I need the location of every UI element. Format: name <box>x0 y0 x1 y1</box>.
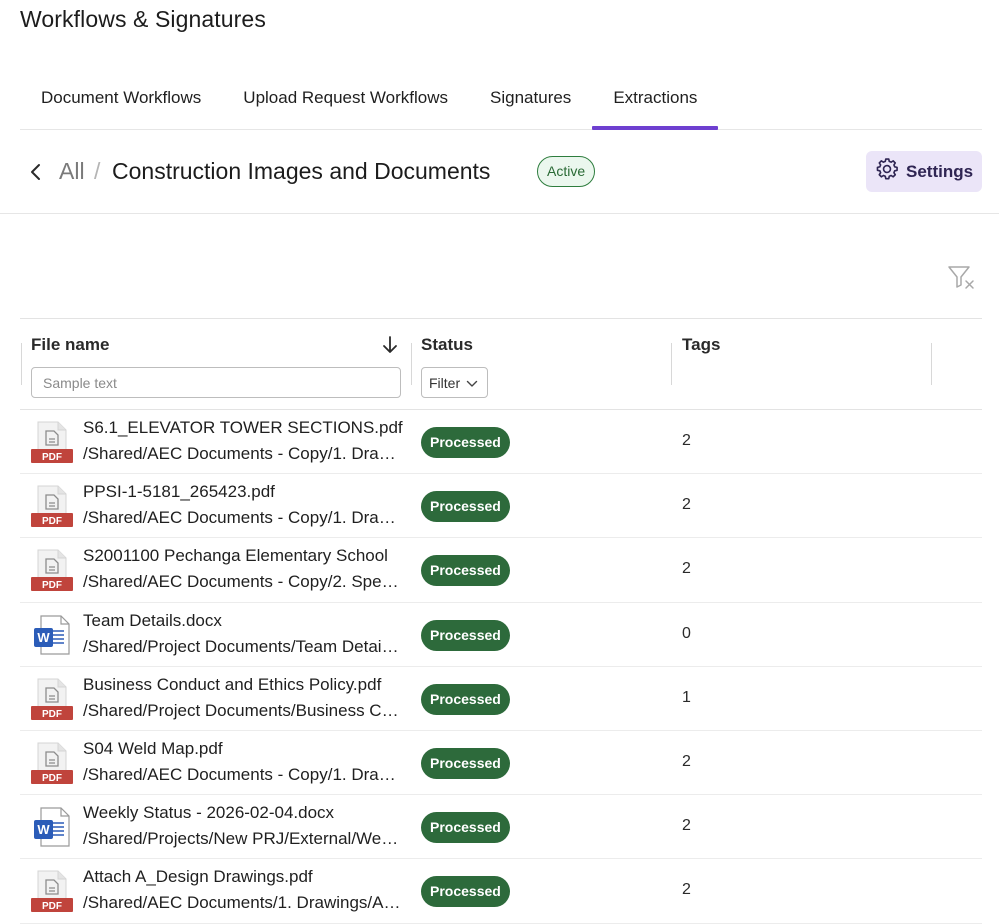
table-body: PDF S6.1_ELEVATOR TOWER SECTIONS.pdf/Shar… <box>20 410 982 924</box>
file-name[interactable]: Business Conduct and Ethics Policy.pdf <box>83 675 403 695</box>
file-name[interactable]: S6.1_ELEVATOR TOWER SECTIONS.pdf <box>83 418 403 438</box>
column-divider[interactable] <box>931 343 932 385</box>
table-row[interactable]: PDF Business Conduct and Ethics Policy.pd… <box>20 667 982 731</box>
status-badge: Processed <box>421 555 510 587</box>
column-header-file-name[interactable]: File name <box>31 335 109 355</box>
breadcrumb-all-link[interactable]: All <box>59 158 85 185</box>
svg-text:PDF: PDF <box>42 709 62 720</box>
pdf-file-icon: PDF <box>31 870 73 913</box>
column-divider <box>21 343 22 385</box>
file-name[interactable]: PPSI-1-5181_265423.pdf <box>83 482 403 502</box>
arrow-down-icon[interactable] <box>380 335 400 355</box>
column-divider[interactable] <box>671 343 672 385</box>
table-row[interactable]: PDF S6.1_ELEVATOR TOWER SECTIONS.pdf/Shar… <box>20 410 982 475</box>
settings-button[interactable]: Settings <box>866 151 982 192</box>
file-path: /Shared/AEC Documents - Copy/1. Drawings <box>83 764 401 784</box>
status-filter-label: Filter <box>429 374 461 391</box>
tags-count: 2 <box>682 817 691 835</box>
status-badge: Processed <box>421 812 510 844</box>
file-path: /Shared/Projects/New PRJ/External/Weekly <box>83 829 401 849</box>
svg-text:PDF: PDF <box>42 452 62 463</box>
gear-icon <box>874 156 900 187</box>
column-header-status[interactable]: Status <box>421 335 473 355</box>
file-name[interactable]: Weekly Status - 2026-02-04.docx <box>83 803 403 823</box>
status-badge: Processed <box>421 683 510 715</box>
file-path: /Shared/Project Documents/Team Details.d… <box>83 636 401 656</box>
chevron-down-icon <box>460 375 478 391</box>
table-row[interactable]: W Team Details.docx/Shared/Project Docume… <box>20 603 982 667</box>
tags-count: 0 <box>682 624 691 642</box>
svg-text:W: W <box>37 630 50 645</box>
file-name[interactable]: S2001100 Pechanga Elementary School <box>83 546 403 566</box>
tab-bar: Document Workflows Upload Request Workfl… <box>20 72 982 130</box>
file-name-search-input[interactable] <box>31 367 401 398</box>
file-name[interactable]: S04 Weld Map.pdf <box>83 739 403 759</box>
svg-text:PDF: PDF <box>42 516 62 527</box>
svg-text:PDF: PDF <box>42 901 62 912</box>
breadcrumb-separator: / <box>94 158 101 184</box>
table-row[interactable]: PDF PPSI-1-5181_265423.pdf/Shared/AEC Doc… <box>20 474 982 539</box>
svg-text:W: W <box>37 822 50 837</box>
table-row[interactable]: W Weekly Status - 2026-02-04.docx/Shared/… <box>20 795 982 860</box>
file-path: /Shared/AEC Documents - Copy/1. Drawings <box>83 444 401 463</box>
tab-signatures[interactable]: Signatures <box>469 72 592 129</box>
status-badge: Processed <box>421 427 510 458</box>
tags-count: 2 <box>682 881 691 899</box>
page-title: Construction Images and Documents <box>112 158 491 184</box>
status-badge: Processed <box>421 619 510 651</box>
svg-text:PDF: PDF <box>42 580 62 591</box>
file-name[interactable]: Attach A_Design Drawings.pdf <box>83 867 403 887</box>
status-badge: Processed <box>421 747 510 779</box>
svg-text:PDF: PDF <box>42 773 62 784</box>
status-badge: Active <box>537 156 596 187</box>
word-file-icon: W <box>31 614 73 656</box>
tags-count: 1 <box>682 688 691 706</box>
file-path: /Shared/AEC Documents - Copy/2. Specific… <box>83 572 401 592</box>
status-badge: Processed <box>421 491 510 523</box>
pdf-file-icon: PDF <box>31 678 73 720</box>
pdf-file-icon: PDF <box>31 485 73 528</box>
breadcrumb-bar: All / Construction Images and Documents … <box>0 130 999 214</box>
tags-count: 2 <box>682 560 691 578</box>
file-path: /Shared/AEC Documents/1. Drawings/Attach <box>83 893 401 913</box>
settings-button-label: Settings <box>906 161 974 181</box>
table-row[interactable]: PDF S04 Weld Map.pdf/Shared/AEC Documents… <box>20 731 982 796</box>
status-filter-dropdown[interactable]: Filter <box>421 367 488 398</box>
column-divider[interactable] <box>411 343 412 385</box>
chevron-left-icon[interactable] <box>26 160 46 184</box>
filter-clear-icon[interactable] <box>946 264 976 290</box>
status-badge: Processed <box>421 876 510 908</box>
app-title: Workflows & Signatures <box>20 6 266 32</box>
word-file-icon: W <box>31 806 73 848</box>
tags-count: 2 <box>682 432 691 449</box>
file-path: /Shared/Project Documents/Business Condu… <box>83 700 401 720</box>
files-table: File name Status Tags Filter PDF S6.1_ELE… <box>20 318 982 924</box>
pdf-file-icon: PDF <box>31 742 73 784</box>
tab-extractions[interactable]: Extractions <box>592 72 719 130</box>
tags-count: 2 <box>682 496 691 514</box>
table-row[interactable]: PDF Attach A_Design Drawings.pdf/Shared/A… <box>20 859 982 924</box>
tab-upload-request-workflows[interactable]: Upload Request Workflows <box>222 72 469 129</box>
tags-count: 2 <box>682 752 691 770</box>
pdf-file-icon: PDF <box>31 549 73 592</box>
column-header-tags[interactable]: Tags <box>682 335 720 355</box>
tab-document-workflows[interactable]: Document Workflows <box>20 72 222 129</box>
table-row[interactable]: PDF S2001100 Pechanga Elementary School/S… <box>20 538 982 603</box>
table-header: File name Status Tags Filter <box>20 319 982 410</box>
pdf-file-icon: PDF <box>31 421 73 463</box>
file-name[interactable]: Team Details.docx <box>83 611 403 631</box>
file-path: /Shared/AEC Documents - Copy/1. Drawings <box>83 508 401 528</box>
